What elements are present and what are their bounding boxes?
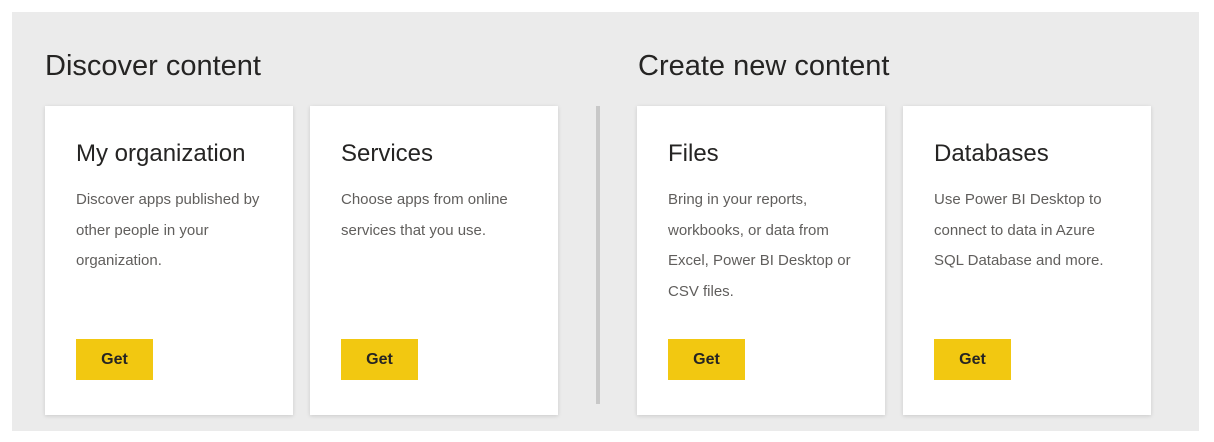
get-services-button[interactable]: Get: [341, 339, 418, 380]
card-my-organization: My organization Discover apps published …: [45, 106, 293, 415]
get-data-panel: Discover content Create new content My o…: [12, 12, 1199, 431]
card-title: Services: [341, 140, 434, 167]
card-services: Services Choose apps from online service…: [310, 106, 558, 415]
get-databases-button[interactable]: Get: [934, 339, 1011, 380]
card-description: Bring in your reports, workbooks, or dat…: [668, 191, 851, 300]
section-divider: [596, 106, 600, 404]
card-databases: Databases Use Power BI Desktop to connec…: [903, 106, 1151, 415]
card-description: Use Power BI Desktop to connect to data …: [934, 191, 1104, 270]
get-files-button[interactable]: Get: [668, 339, 745, 380]
card-description: Choose apps from online services that yo…: [341, 191, 508, 239]
discover-content-heading: Discover content: [45, 50, 261, 82]
card-description: Discover apps published by other people …: [76, 191, 260, 270]
card-title: Files: [668, 140, 719, 167]
card-files: Files Bring in your reports, workbooks, …: [637, 106, 885, 415]
create-new-content-heading: Create new content: [638, 50, 890, 82]
card-title: Databases: [934, 140, 1049, 167]
get-my-organization-button[interactable]: Get: [76, 339, 153, 380]
card-title: My organization: [76, 140, 246, 167]
